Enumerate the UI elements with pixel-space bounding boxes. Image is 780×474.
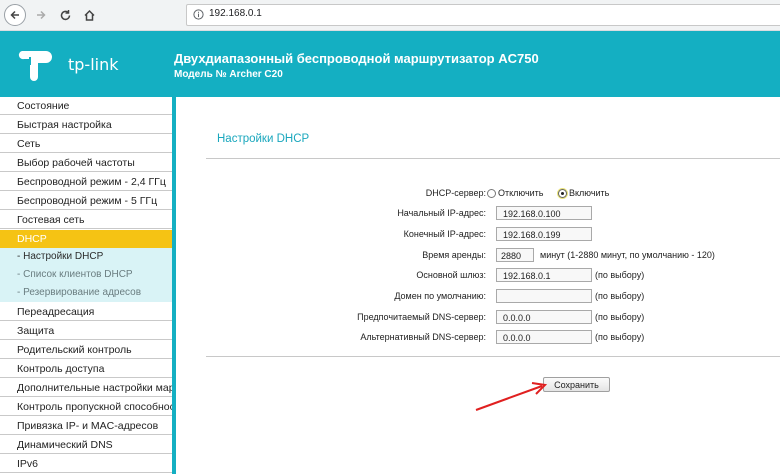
sidebar-item-ipv6[interactable]: IPv6 [0, 455, 172, 473]
back-button[interactable] [4, 4, 26, 26]
info-icon [193, 9, 204, 20]
sidebar-item-guest-network[interactable]: Гостевая сеть [0, 211, 172, 229]
browser-toolbar: 192.168.0.1 [0, 0, 780, 31]
sidebar-subitem-address-reservation[interactable]: - Резервирование адресов [0, 284, 172, 302]
sidebar-subitem-dhcp-settings[interactable]: - Настройки DHCP [0, 248, 172, 266]
sidebar-item-dhcp[interactable]: DHCP [0, 230, 172, 248]
sidebar-item-advanced-routing[interactable]: Дополнительные настройки маршрутизации [0, 379, 172, 397]
sidebar-item-access-control[interactable]: Контроль доступа [0, 360, 172, 378]
gateway-input[interactable]: 192.168.0.1 [496, 268, 592, 282]
home-icon [83, 9, 95, 21]
sidebar-item-quick-setup[interactable]: Быстрая настройка [0, 116, 172, 134]
reload-button[interactable] [54, 4, 76, 26]
tp-link-logo: tp-link [16, 47, 156, 87]
secondary-dns-label: Альтернативный DNS-сервер: [360, 332, 486, 342]
sidebar-item-parental-control[interactable]: Родительский контроль [0, 341, 172, 359]
sidebar-item-forwarding[interactable]: Переадресация [0, 303, 172, 321]
page-title: Двухдиапазонный беспроводной маршрутизат… [174, 51, 539, 66]
start-ip-input[interactable]: 192.168.0.100 [496, 206, 592, 220]
dhcp-enable-label: Включить [569, 188, 610, 198]
end-ip-input[interactable]: 192.168.0.199 [496, 227, 592, 241]
sidebar-item-band-select[interactable]: Выбор рабочей частоты [0, 154, 172, 172]
secondary-dns-input[interactable]: 0.0.0.0 [496, 330, 592, 344]
domain-optional-hint: (по выбору) [595, 291, 645, 301]
divider-top [206, 158, 780, 159]
primary-dns-optional-hint: (по выбору) [595, 312, 645, 322]
gateway-optional-hint: (по выбору) [595, 270, 645, 280]
address-bar[interactable]: 192.168.0.1 [186, 4, 780, 26]
sidebar-item-status[interactable]: Состояние [0, 97, 172, 115]
start-ip-label: Начальный IP-адрес: [397, 208, 486, 218]
reload-icon [60, 9, 70, 20]
dhcp-disable-label: Отключить [498, 188, 544, 198]
sidebar-item-dynamic-dns[interactable]: Динамический DNS [0, 436, 172, 454]
sidebar-item-security[interactable]: Защита [0, 322, 172, 340]
section-title: Настройки DHCP [217, 133, 310, 145]
url-text: 192.168.0.1 [209, 8, 262, 19]
sidebar-item-wireless-5[interactable]: Беспроводной режим - 5 ГГц [0, 192, 172, 210]
sidebar-item-network[interactable]: Сеть [0, 135, 172, 153]
model-number: Модель № Archer C20 [174, 69, 283, 80]
primary-dns-label: Предпочитаемый DNS-сервер: [357, 312, 486, 322]
sidebar-item-bandwidth-control[interactable]: Контроль пропускной способности [0, 398, 172, 416]
lease-time-hint: минут (1-2880 минут, по умолчанию - 120) [540, 250, 715, 260]
primary-dns-input[interactable]: 0.0.0.0 [496, 310, 592, 324]
dhcp-enable-radio[interactable] [558, 189, 567, 198]
home-button[interactable] [78, 4, 100, 26]
tp-link-logo-icon [18, 51, 53, 81]
router-header: tp-link Двухдиапазонный беспроводной мар… [0, 31, 780, 97]
dhcp-disable-radio[interactable] [487, 189, 496, 198]
end-ip-label: Конечный IP-адрес: [403, 229, 486, 239]
lease-time-input[interactable]: 2880 [496, 248, 534, 262]
sidebar-subitem-dhcp-clients[interactable]: - Список клиентов DHCP [0, 266, 172, 284]
sidebar-menu: Состояние Быстрая настройка Сеть Выбор р… [0, 97, 176, 474]
main-content: Настройки DHCP DHCP-сервер: Отключить Вк… [176, 97, 780, 474]
gateway-label: Основной шлюз: [416, 270, 486, 280]
save-button[interactable]: Сохранить [543, 377, 610, 392]
annotation-arrow-icon [475, 382, 548, 411]
dhcp-server-label: DHCP-сервер: [425, 188, 486, 198]
forward-icon [37, 10, 46, 20]
back-icon [10, 10, 19, 20]
sidebar-item-ip-mac-binding[interactable]: Привязка IP- и MAC-адресов [0, 417, 172, 435]
logo-wordmark: tp-link [68, 55, 119, 74]
domain-input[interactable] [496, 289, 592, 303]
forward-button[interactable] [30, 4, 52, 26]
sidebar-item-wireless-24[interactable]: Беспроводной режим - 2,4 ГГц [0, 173, 172, 191]
secondary-dns-optional-hint: (по выбору) [595, 332, 645, 342]
divider-bottom [206, 356, 780, 357]
lease-time-label: Время аренды: [422, 250, 486, 260]
domain-label: Домен по умолчанию: [394, 291, 486, 301]
